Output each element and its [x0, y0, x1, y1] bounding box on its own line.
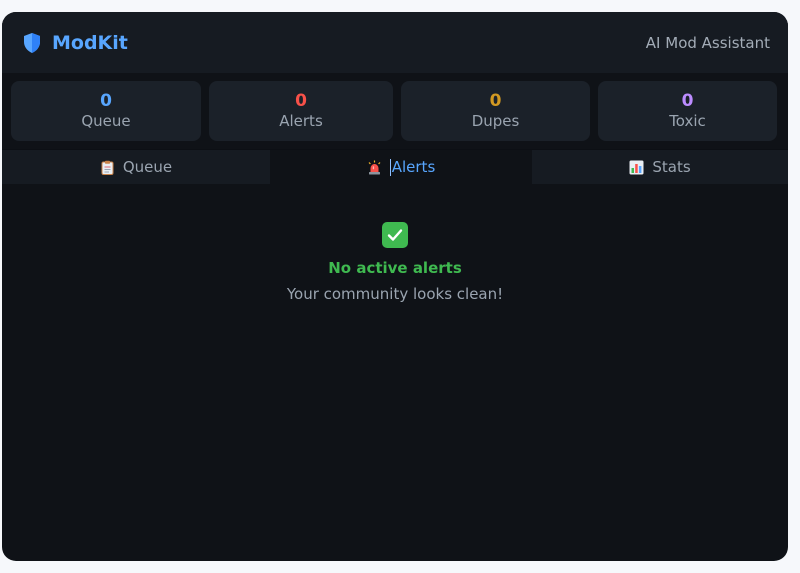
tab-alerts[interactable]: Alerts [270, 150, 532, 184]
stat-label: Alerts [279, 112, 323, 130]
empty-state-title: No active alerts [328, 259, 462, 277]
alerts-panel: No active alerts Your community looks cl… [2, 184, 788, 303]
stat-value: 0 [489, 91, 502, 111]
stat-label: Queue [81, 112, 131, 130]
app-title: ModKit [52, 31, 128, 54]
shield-icon [24, 32, 40, 53]
app-subtitle: AI Mod Assistant [645, 33, 770, 52]
tab-queue[interactable]: Queue [2, 150, 270, 184]
stats-row: 0 Queue 0 Alerts 0 Dupes 0 Toxic [2, 73, 788, 149]
tab-bar: Queue Alerts Stats [2, 149, 788, 184]
brand: ModKit [22, 32, 128, 54]
stat-card-toxic: 0 Toxic [598, 81, 777, 141]
tab-stats[interactable]: Stats [532, 150, 788, 184]
app-header: ModKit AI Mod Assistant [2, 12, 788, 73]
text-cursor [389, 158, 391, 176]
stat-label: Toxic [669, 112, 706, 130]
stat-label: Dupes [471, 112, 520, 130]
stat-value: 0 [681, 91, 694, 111]
empty-state: No active alerts Your community looks cl… [2, 222, 788, 303]
stat-card-alerts: 0 Alerts [209, 81, 393, 141]
tab-label: Alerts [391, 158, 436, 176]
stat-card-dupes: 0 Dupes [401, 81, 590, 141]
modkit-panel: ModKit AI Mod Assistant 0 Queue 0 Alerts… [2, 12, 788, 561]
clipboard-icon [101, 160, 114, 175]
stat-value: 0 [295, 91, 307, 111]
siren-icon [368, 160, 381, 174]
check-icon [382, 222, 408, 248]
tab-label: Stats [652, 158, 691, 176]
stat-value: 0 [100, 91, 112, 111]
empty-state-message: Your community looks clean! [286, 285, 504, 303]
stat-card-queue: 0 Queue [11, 81, 201, 141]
tab-label: Queue [122, 158, 173, 176]
bar-chart-icon [629, 160, 644, 174]
